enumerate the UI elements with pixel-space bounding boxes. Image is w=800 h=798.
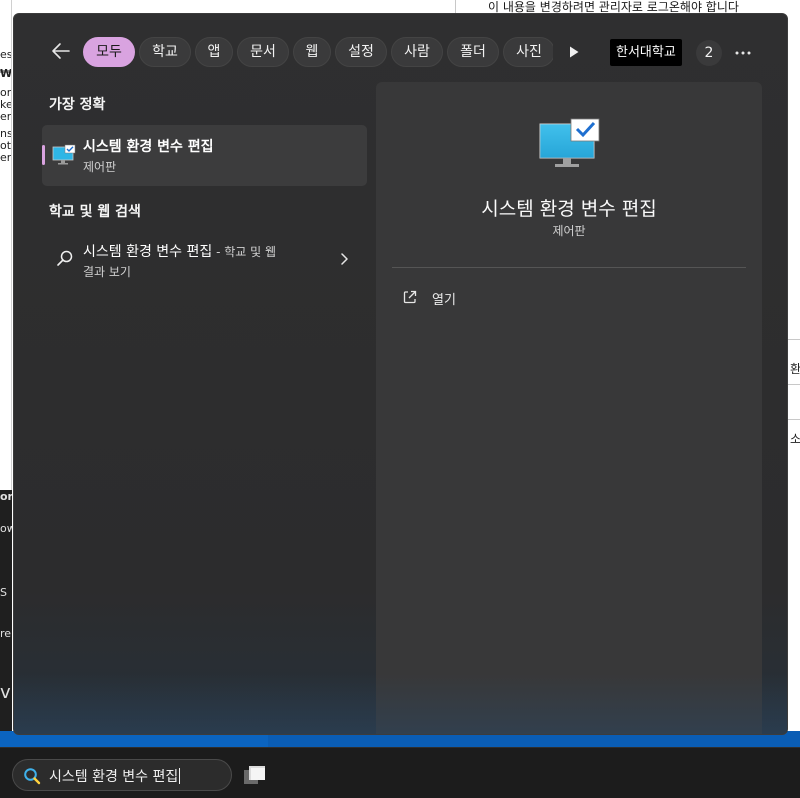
- detail-title: 시스템 환경 변수 편집: [481, 198, 657, 220]
- background-fragment: er: [0, 110, 12, 123]
- system-properties-icon: [539, 118, 600, 167]
- open-action[interactable]: 열기: [402, 287, 602, 309]
- search-query: 시스템 환경 변수 편집: [49, 766, 181, 786]
- divider: [788, 339, 800, 340]
- task-view-icon: [244, 766, 265, 784]
- background-fragment: S: [0, 586, 7, 599]
- system-properties-icon: [52, 144, 76, 165]
- background-fragment: es: [0, 48, 12, 61]
- rewards-points[interactable]: 2: [696, 40, 722, 66]
- background-fragment: or: [0, 490, 12, 503]
- best-match-result[interactable]: 시스템 환경 변수 편집 제어판: [42, 125, 367, 186]
- filter-chip-folders[interactable]: 폴더: [447, 37, 499, 67]
- selection-indicator: [42, 145, 45, 165]
- result-subtitle: 제어판: [83, 160, 117, 174]
- more-filters-button[interactable]: [566, 44, 582, 60]
- filter-chip-all[interactable]: 모두: [83, 37, 135, 67]
- text-cursor: [179, 768, 181, 784]
- filter-chip-apps[interactable]: 앱: [195, 37, 233, 67]
- filter-chip-settings[interactable]: 설정: [335, 37, 387, 67]
- back-button[interactable]: [49, 39, 73, 63]
- web-result-subtitle: 결과 보기: [83, 265, 131, 279]
- background-window-right: 환 소: [788, 14, 800, 734]
- divider: [788, 419, 800, 420]
- taskbar-search-box[interactable]: 시스템 환경 변수 편집: [12, 759, 232, 791]
- task-view-button[interactable]: [242, 761, 270, 789]
- web-result-title: 시스템 환경 변수 편집 - 학교 및 웹: [83, 241, 276, 261]
- web-result-query: 시스템 환경 변수 편집: [83, 244, 213, 260]
- organization-badge[interactable]: 한서대학교: [610, 39, 682, 66]
- search-icon: [57, 250, 73, 266]
- open-action-label: 열기: [432, 293, 456, 308]
- arrow-left-icon: [52, 43, 70, 59]
- taskbar: 시스템 환경 변수 편집: [0, 747, 800, 798]
- background-fragment: er: [0, 151, 12, 164]
- play-icon: [570, 46, 579, 58]
- filter-chip-school[interactable]: 학교: [139, 37, 191, 67]
- ellipsis-icon: [735, 51, 751, 55]
- filter-chip-people[interactable]: 사람: [391, 37, 443, 67]
- result-detail-pane: 시스템 환경 변수 편집 제어판 열기: [376, 82, 762, 734]
- best-match-heading: 가장 정확: [49, 97, 106, 113]
- web-search-heading: 학교 및 웹 검색: [49, 204, 141, 220]
- background-fragment: re: [0, 627, 12, 640]
- filter-chip-web[interactable]: 웹: [293, 37, 331, 67]
- background-fragment: ow: [0, 522, 12, 535]
- background-fragment: 환: [790, 362, 800, 376]
- web-search-result[interactable]: 시스템 환경 변수 편집 - 학교 및 웹 결과 보기: [42, 234, 367, 286]
- start-search-panel: 모두 학교 앱 문서 웹 설정 사람 폴더 사진 한서대학교 2 가장 정확 시…: [13, 13, 788, 735]
- filter-chip-documents[interactable]: 문서: [237, 37, 289, 67]
- background-fragment: 소: [790, 432, 800, 446]
- filter-bar: 모두 학교 앱 문서 웹 설정 사람 폴더 사진 한서대학교 2: [14, 14, 787, 86]
- chevron-right-icon: [341, 253, 348, 265]
- search-icon: [24, 768, 41, 785]
- search-query-text: 시스템 환경 변수 편집: [49, 769, 179, 785]
- result-title: 시스템 환경 변수 편집: [83, 139, 214, 155]
- open-external-icon: [403, 290, 417, 304]
- background-window-left: es ₩ om ke er ns ot er: [0, 0, 12, 490]
- more-options-button[interactable]: [731, 41, 755, 65]
- background-fragment: vi: [0, 682, 12, 703]
- filter-chips: 모두 학교 앱 문서 웹 설정 사람 폴더 사진: [83, 37, 553, 69]
- background-fragment: ₩: [0, 67, 12, 80]
- detail-divider: [392, 267, 746, 268]
- background-admin-notice: 이 내용을 변경하려면 관리자로 로그온해야 합니다: [455, 0, 800, 14]
- filter-chip-photos[interactable]: 사진: [503, 37, 553, 67]
- detail-category: 제어판: [552, 224, 586, 238]
- divider: [788, 384, 800, 385]
- web-result-suffix: - 학교 및 웹: [212, 245, 277, 259]
- background-dark-window: or ow S re vi: [0, 490, 12, 735]
